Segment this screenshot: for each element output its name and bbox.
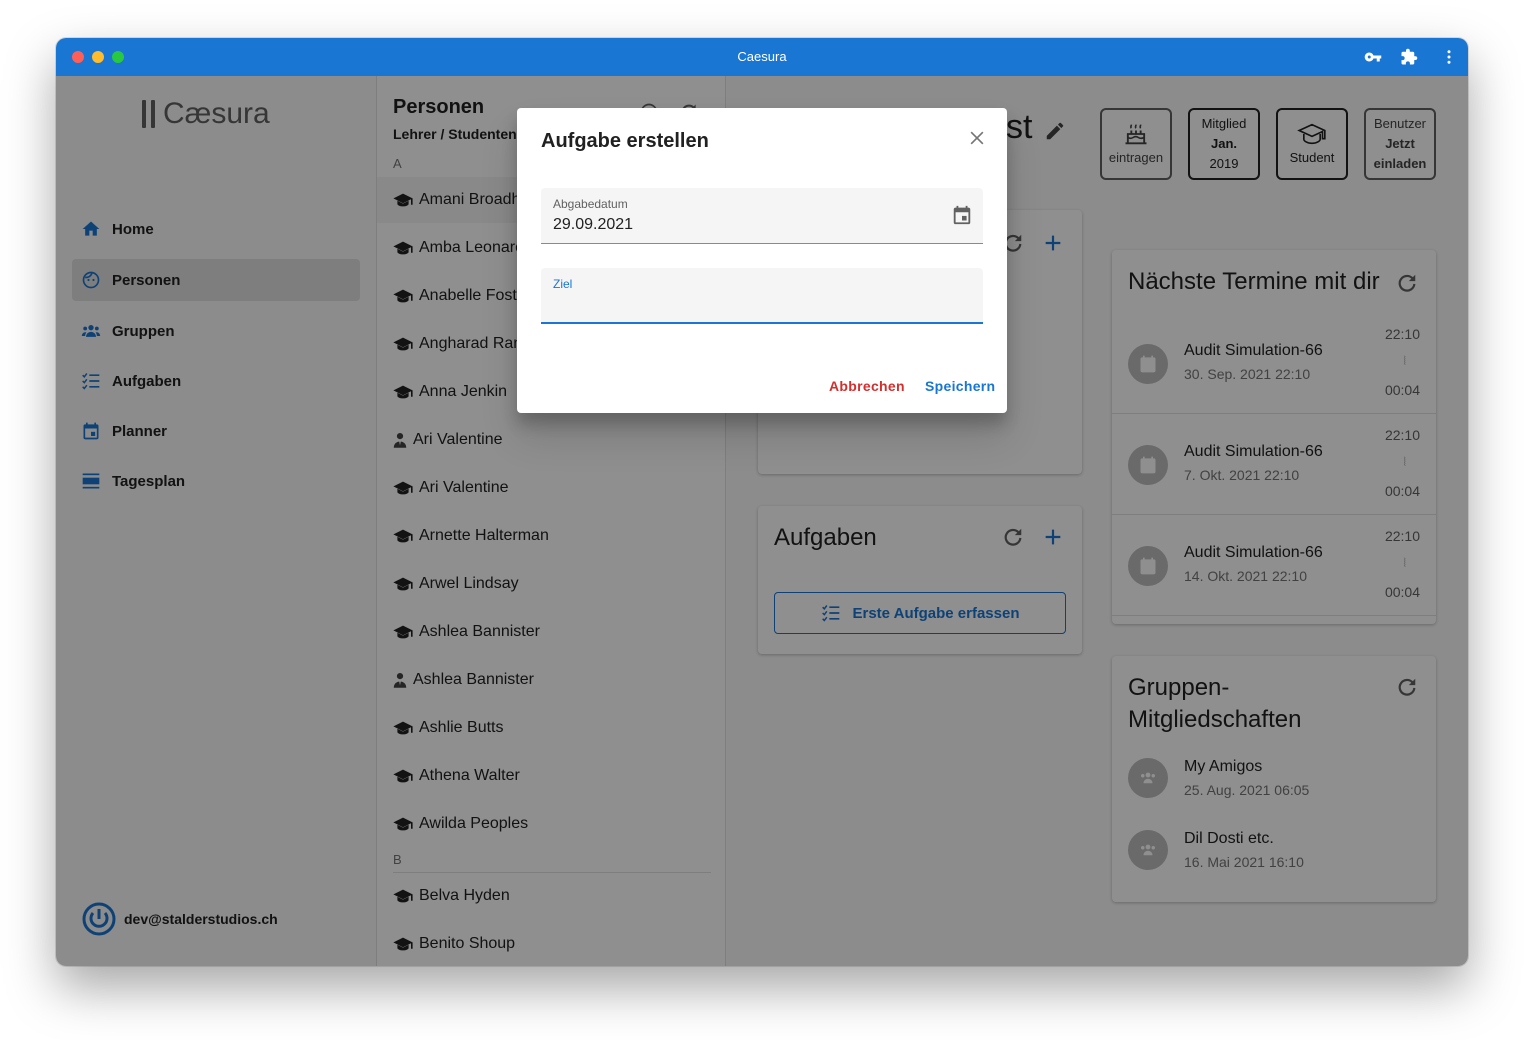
more-vert-icon[interactable] — [1440, 48, 1458, 66]
goal-input[interactable] — [553, 294, 963, 316]
create-task-dialog: Aufgabe erstellen Abgabedatum 29.09.2021… — [517, 108, 1007, 413]
save-button[interactable]: Speichern — [925, 378, 995, 394]
key-icon[interactable] — [1364, 48, 1382, 66]
cancel-button[interactable]: Abbrechen — [829, 378, 905, 394]
dialog-title: Aufgabe erstellen — [541, 130, 709, 152]
title-bar: Caesura — [56, 38, 1468, 76]
app-window: Caesura Cæsura Home Personen Gruppen Auf… — [56, 38, 1468, 966]
window-title: Caesura — [737, 49, 787, 64]
close-icon[interactable] — [967, 128, 987, 148]
due-date-field[interactable]: Abgabedatum 29.09.2021 — [541, 188, 983, 244]
calendar-icon[interactable] — [951, 204, 973, 226]
goal-field[interactable]: Ziel — [541, 268, 983, 324]
due-date-value[interactable]: 29.09.2021 — [553, 216, 633, 234]
extension-icon[interactable] — [1400, 48, 1418, 66]
